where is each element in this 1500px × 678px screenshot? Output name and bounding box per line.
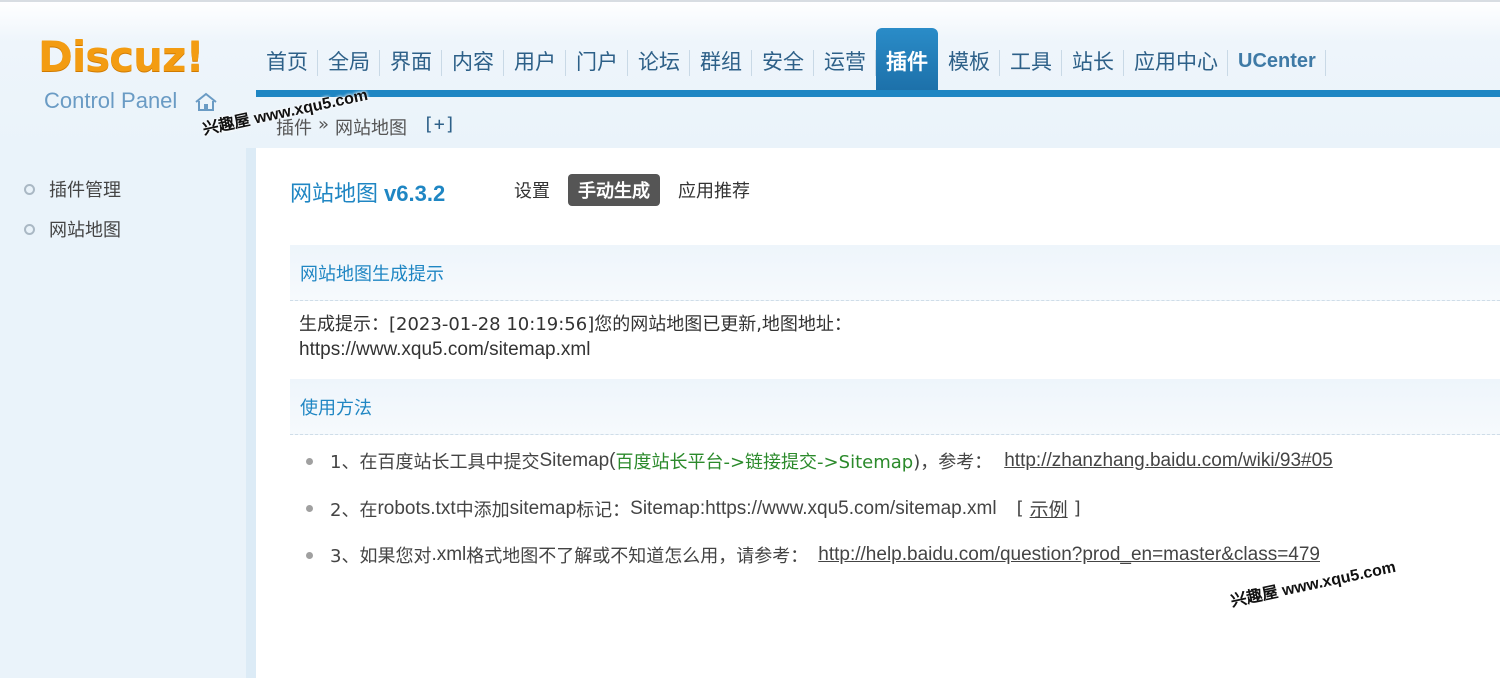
step-number: 1、 [330, 452, 360, 473]
logo-subtitle: Control Panel [44, 88, 178, 113]
baidu-help-link[interactable]: http://help.baidu.com/question?prod_en=m… [818, 544, 1320, 566]
bullet-icon [306, 505, 313, 512]
usage-step-1: 1、 在百度站长工具中提交 Sitemap( 百度站长平台->链接提交->Sit… [306, 448, 1333, 474]
sitemap-line: Sitemap:https://www.xqu5.com/sitemap.xml [630, 497, 997, 519]
tab-app-recommend[interactable]: 应用推荐 [668, 174, 760, 206]
bullet-icon [306, 457, 313, 465]
step-text: )，参考： [913, 452, 993, 473]
main-content: 网站地图 v6.3.2 设置 手动生成 应用推荐 网站地图生成提示 生成提示：[… [256, 148, 1500, 678]
plugin-tabs: 设置 手动生成 应用推荐 [504, 174, 760, 206]
step-text: .xml [431, 544, 467, 565]
circle-bullet-icon [24, 223, 35, 235]
nav-security[interactable]: 安全 [752, 28, 814, 94]
nav-interface[interactable]: 界面 [380, 28, 442, 94]
nav-underline [256, 90, 1500, 97]
nav-tools[interactable]: 工具 [1000, 28, 1062, 94]
nav-webmaster[interactable]: 站长 [1062, 28, 1124, 94]
sidebar-item-label: 网站地图 [49, 220, 121, 241]
baidu-wiki-link[interactable]: http://zhanzhang.baidu.com/wiki/93#05 [1004, 450, 1333, 472]
home-icon[interactable] [194, 92, 218, 112]
nav-groups[interactable]: 群组 [690, 28, 752, 94]
section-header-tip: 网站地图生成提示 [290, 245, 1500, 301]
step-text: 在百度站长工具中提交 [359, 452, 540, 473]
bracket: ] [1073, 498, 1081, 519]
step-path: 百度站长平台->链接提交->Sitemap [615, 452, 914, 473]
nav-forum[interactable]: 论坛 [628, 28, 690, 94]
breadcrumb-separator: » [318, 114, 330, 135]
bracket: [ [1016, 498, 1024, 519]
nav-users[interactable]: 用户 [504, 28, 566, 94]
example-link[interactable]: 示例 [1030, 495, 1068, 522]
tab-settings[interactable]: 设置 [504, 174, 560, 206]
logo-text: Discuz! [38, 32, 205, 81]
sidebar: 插件管理 网站地图 [0, 148, 256, 678]
sitemap-url: https://www.xqu5.com/sitemap.xml [299, 339, 591, 360]
nav-operations[interactable]: 运营 [814, 28, 876, 94]
step-text: 在 [359, 499, 378, 521]
step-text: 标记： [576, 499, 631, 521]
add-shortcut-button[interactable]: [+] [423, 114, 456, 140]
bullet-icon [306, 551, 313, 559]
tip-message: 生成提示：[2023-01-28 10:19:56]您的网站地图已更新,地图地址… [299, 314, 852, 335]
usage-step-3: 3、 如果您对 .xml 格式地图不了解或不知道怎么用，请参考： http://… [306, 542, 1320, 568]
usage-step-2: 2、 在 robots.txt 中添加 sitemap 标记： Sitemap:… [306, 495, 1081, 522]
step-text: 格式地图不了解或不知道怎么用，请参考： [466, 546, 809, 567]
step-text: robots.txt [377, 497, 456, 519]
step-number: 2、 [330, 499, 360, 521]
nav-templates[interactable]: 模板 [938, 28, 1000, 94]
step-text: Sitemap( [539, 450, 616, 471]
section-header-usage: 使用方法 [290, 379, 1500, 435]
nav-app-center[interactable]: 应用中心 [1124, 28, 1228, 94]
step-text: sitemap [509, 497, 577, 519]
sidebar-item-label: 插件管理 [49, 180, 121, 201]
step-number: 3、 [330, 546, 360, 567]
plugin-name: 网站地图 [290, 182, 379, 207]
top-nav: 首页 全局 界面 内容 用户 门户 论坛 群组 安全 运营 插件 模板 工具 站… [256, 28, 1326, 96]
breadcrumb-current: 网站地图 [335, 118, 408, 139]
sidebar-item-sitemap[interactable]: 网站地图 [24, 216, 121, 242]
generation-tip: 生成提示：[2023-01-28 10:19:56]您的网站地图已更新,地图地址… [299, 312, 852, 362]
nav-home[interactable]: 首页 [256, 28, 318, 94]
step-text: 中添加 [455, 499, 510, 521]
tab-manual-generate[interactable]: 手动生成 [568, 174, 660, 206]
page-title: 网站地图 v6.3.2 [290, 176, 445, 208]
circle-bullet-icon [24, 183, 35, 195]
nav-content[interactable]: 内容 [442, 28, 504, 94]
step-text: 如果您对 [359, 546, 432, 567]
nav-ucenter[interactable]: UCenter [1228, 28, 1326, 94]
sidebar-item-plugin-manage[interactable]: 插件管理 [24, 176, 121, 202]
plugin-version: v6.3.2 [384, 181, 446, 206]
nav-portal[interactable]: 门户 [566, 28, 628, 94]
nav-plugins[interactable]: 插件 [876, 28, 938, 94]
